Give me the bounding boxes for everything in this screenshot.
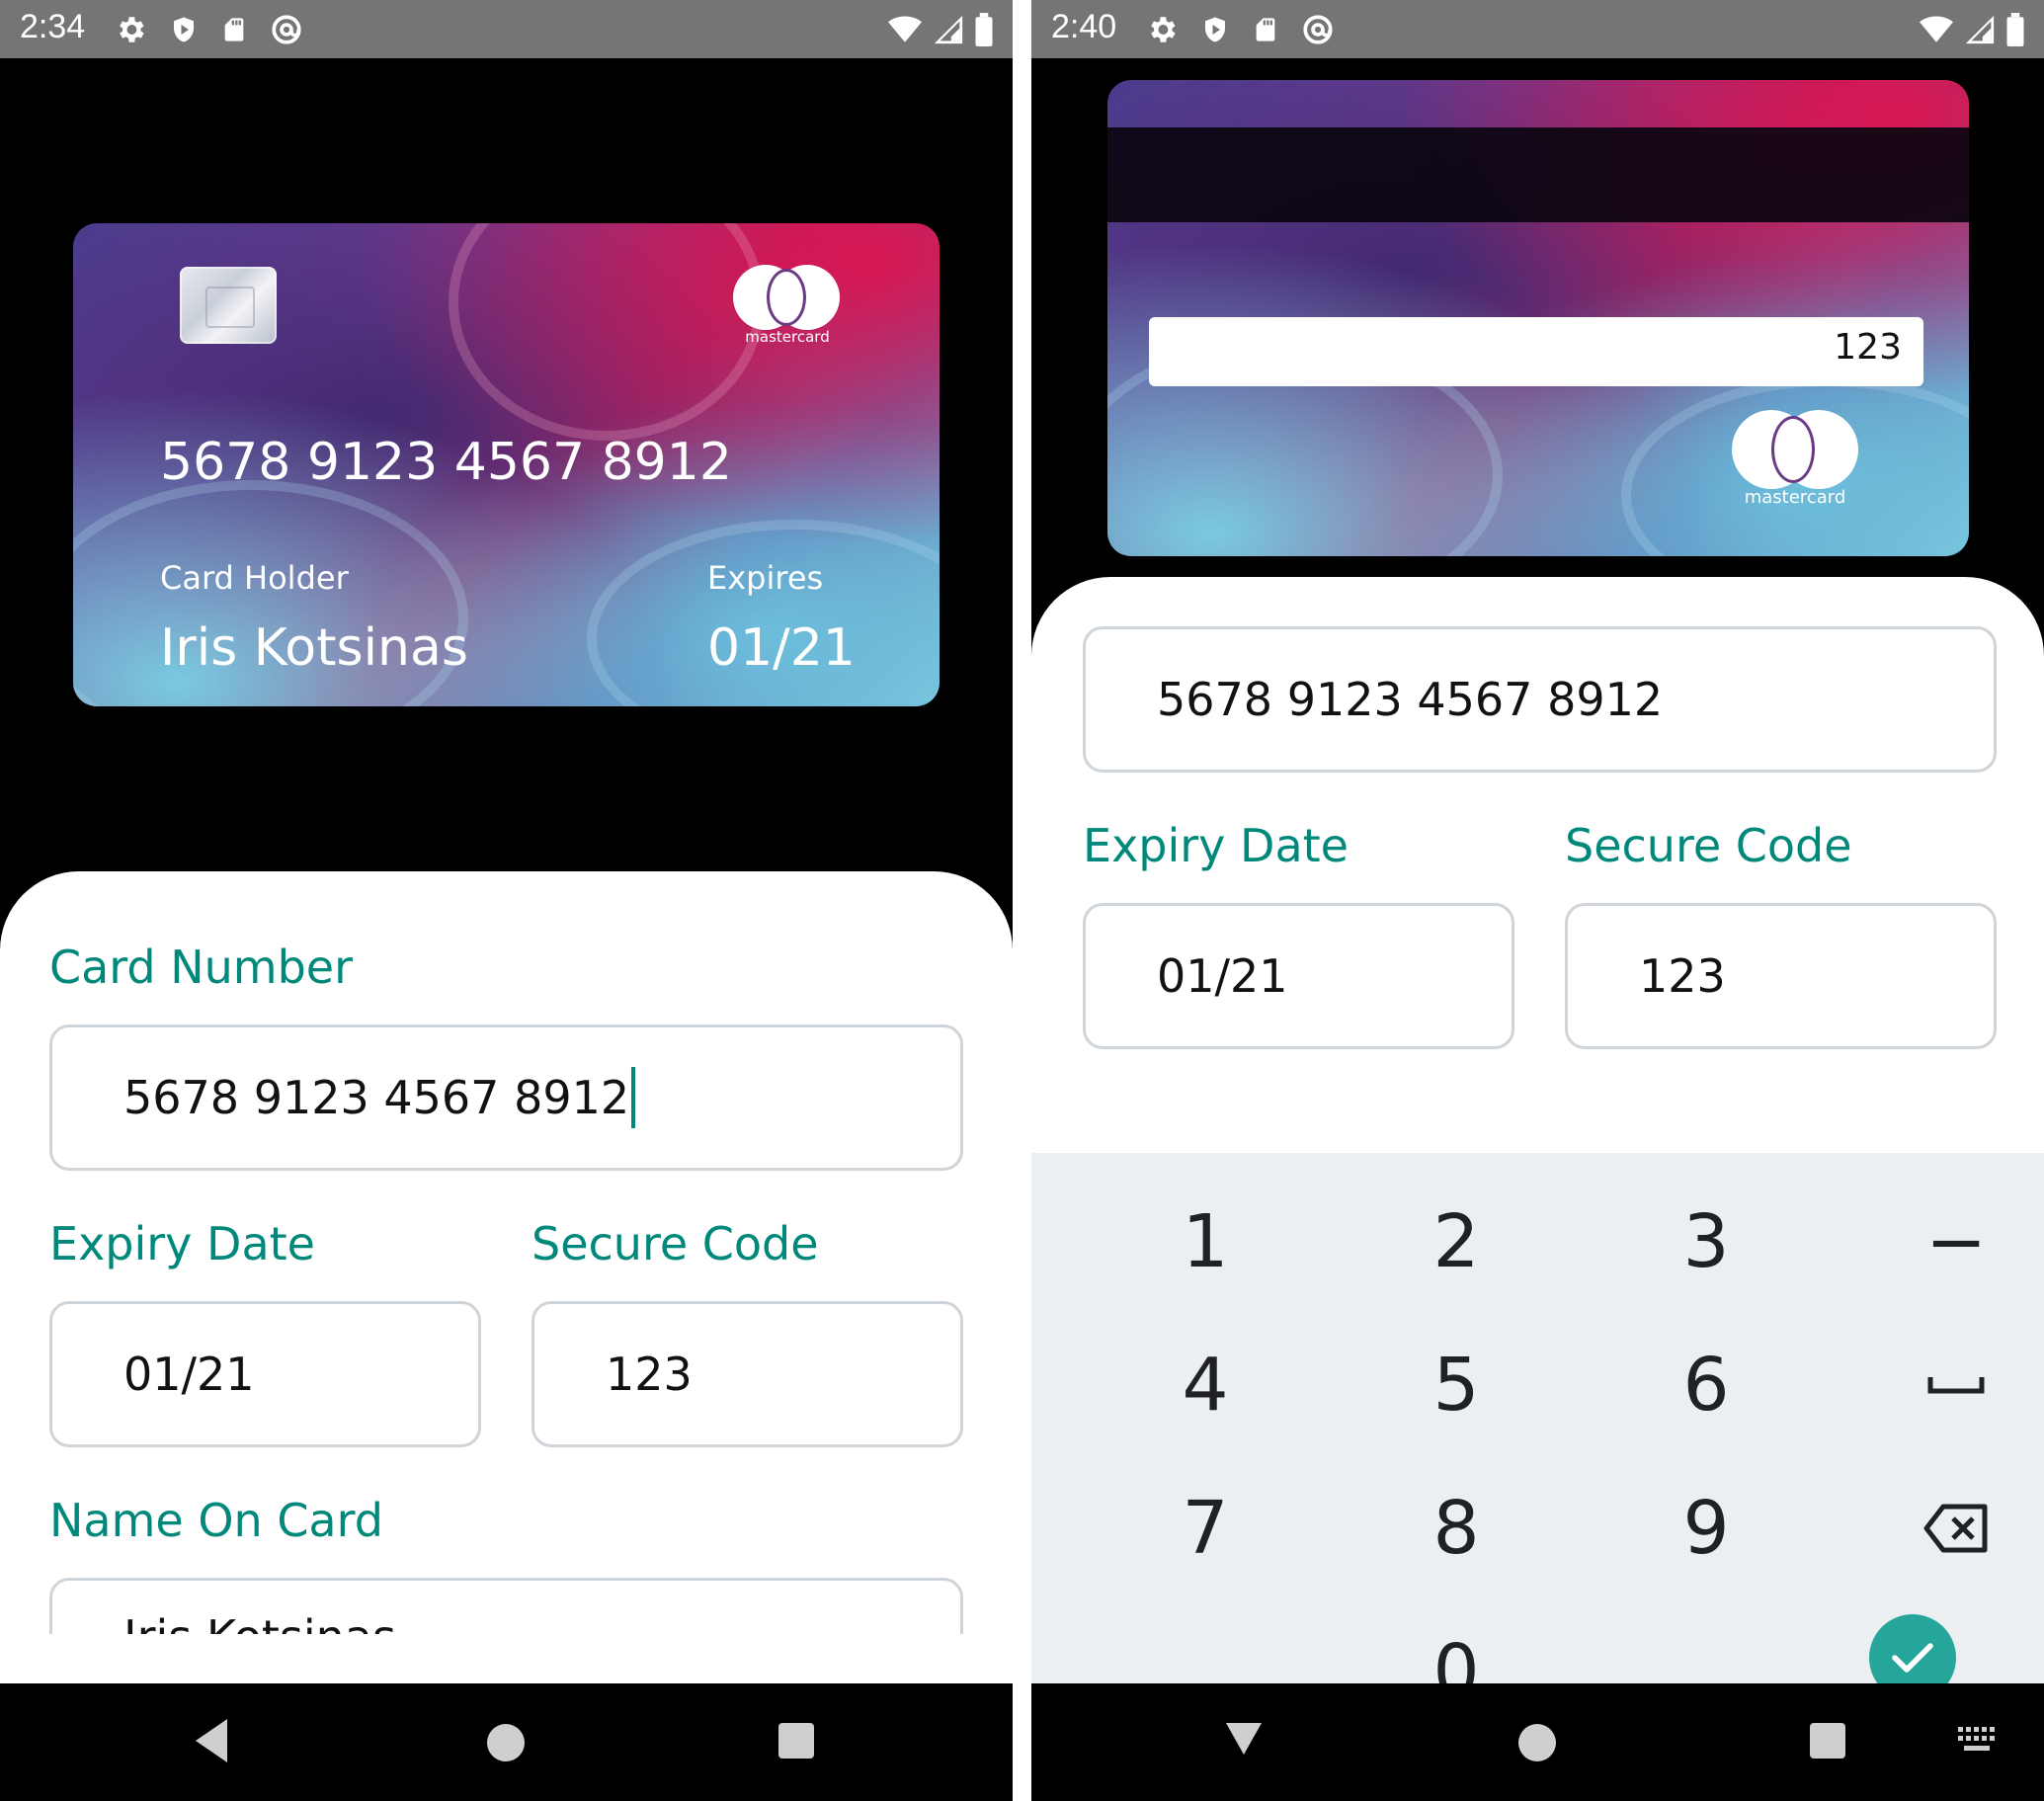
card-number-value: 5678 9123 4567 8912 <box>1157 673 1664 726</box>
secure-code-value: 123 <box>606 1348 693 1401</box>
secure-code-label: Secure Code <box>1565 819 1852 872</box>
key-9[interactable]: 9 <box>1627 1469 1785 1588</box>
key-1[interactable]: 1 <box>1126 1183 1284 1301</box>
key-minus[interactable]: − <box>1877 1183 2035 1301</box>
navigation-bar <box>1031 1683 2044 1801</box>
expiry-date-label: Expiry Date <box>49 1217 315 1270</box>
sd-card-icon <box>224 18 244 41</box>
home-icon[interactable] <box>1515 1721 1559 1764</box>
signal-icon <box>1965 15 1995 44</box>
status-bar: 2:40 <box>1031 0 2044 58</box>
key-3[interactable]: 3 <box>1627 1183 1785 1301</box>
name-on-card-label: Name On Card <box>49 1494 383 1547</box>
card-cvv-display: 123 <box>1834 327 1902 368</box>
mastercard-logo: mastercard <box>1732 410 1858 508</box>
status-time: 2:40 <box>1051 8 1117 45</box>
expiry-date-label: Expiry Date <box>1083 819 1349 872</box>
card-expires-value: 01/21 <box>707 618 856 678</box>
back-down-icon[interactable] <box>1222 1719 1266 1759</box>
text-cursor <box>631 1067 636 1128</box>
card-holder-name: Iris Kotsinas <box>160 618 468 678</box>
key-5[interactable]: 5 <box>1377 1326 1535 1444</box>
at-sign-icon <box>272 15 301 44</box>
phone-screen-left: 2:34 mastercard 5678 9123 4567 8912 Card… <box>0 0 1013 1801</box>
status-time: 2:34 <box>20 8 86 45</box>
signature-strip: 123 <box>1149 317 1923 386</box>
status-bar: 2:34 <box>0 0 1013 58</box>
card-back-preview: 123 mastercard <box>1107 80 1969 556</box>
app-content: mastercard 5678 9123 4567 8912 Card Hold… <box>0 58 1013 1683</box>
card-number-value: 5678 9123 4567 8912 <box>123 1071 630 1124</box>
phone-screen-right: 2:40 123 mastercard 5678 9123 4567 8912 … <box>1031 0 2044 1801</box>
card-number-input[interactable]: 5678 9123 4567 8912 <box>1083 626 1997 773</box>
shield-icon <box>174 17 194 42</box>
navigation-bar <box>0 1683 1013 1801</box>
keyboard-icon[interactable] <box>1956 1725 1998 1755</box>
home-icon[interactable] <box>484 1721 528 1764</box>
card-holder-label: Card Holder <box>160 559 349 597</box>
wifi-icon <box>888 16 922 42</box>
key-6[interactable]: 6 <box>1627 1326 1785 1444</box>
expiry-date-input[interactable]: 01/21 <box>1083 903 1514 1049</box>
at-sign-icon <box>1303 15 1333 44</box>
key-comma[interactable]: , <box>1126 1612 1284 1683</box>
key-space[interactable] <box>1877 1326 2035 1444</box>
sd-card-icon <box>1256 18 1275 41</box>
card-chip <box>180 267 277 344</box>
card-number-input[interactable]: 5678 9123 4567 8912 <box>49 1024 963 1171</box>
backspace-icon <box>1923 1504 1988 1553</box>
shield-icon <box>1205 17 1225 42</box>
key-2[interactable]: 2 <box>1377 1183 1535 1301</box>
expiry-date-value: 01/21 <box>1157 949 1288 1003</box>
numeric-keypad: 1 2 3 − 4 5 6 7 8 9 , 0 . <box>1031 1153 2044 1683</box>
payment-form-sheet: 5678 9123 4567 8912 Expiry Date 01/21 Se… <box>1031 577 2044 1170</box>
key-period[interactable]: . <box>1627 1612 1785 1683</box>
key-7[interactable]: 7 <box>1126 1469 1284 1588</box>
secure-code-input[interactable]: 123 <box>531 1301 963 1447</box>
key-8[interactable]: 8 <box>1377 1469 1535 1588</box>
signal-icon <box>934 15 963 44</box>
app-content: 123 mastercard 5678 9123 4567 8912 Expir… <box>1031 58 2044 1683</box>
secure-code-input[interactable]: 123 <box>1565 903 1997 1049</box>
mastercard-logo: mastercard <box>733 265 842 346</box>
expiry-date-value: 01/21 <box>123 1348 255 1401</box>
secure-code-value: 123 <box>1639 949 1726 1003</box>
magnetic-stripe <box>1107 127 1969 222</box>
gear-icon <box>120 17 144 42</box>
done-button[interactable] <box>1869 1614 1956 1683</box>
card-expires-label: Expires <box>707 559 824 597</box>
recents-icon[interactable] <box>1808 1721 1847 1760</box>
wifi-icon <box>1920 16 1953 42</box>
card-number-display: 5678 9123 4567 8912 <box>160 433 732 492</box>
space-icon <box>1927 1377 1985 1394</box>
form-bottom-fade <box>0 1634 1013 1683</box>
gear-icon <box>1151 17 1176 42</box>
key-4[interactable]: 4 <box>1126 1326 1284 1444</box>
battery-icon <box>2006 13 2024 46</box>
check-icon <box>1892 1643 1933 1673</box>
key-backspace[interactable] <box>1877 1469 2035 1588</box>
key-0[interactable]: 0 <box>1377 1612 1535 1683</box>
recents-icon[interactable] <box>777 1721 816 1760</box>
battery-icon <box>975 13 993 46</box>
card-front-preview: mastercard 5678 9123 4567 8912 Card Hold… <box>73 223 940 706</box>
back-icon[interactable] <box>190 1711 233 1770</box>
expiry-date-input[interactable]: 01/21 <box>49 1301 481 1447</box>
payment-form-sheet: Card Number 5678 9123 4567 8912 Expiry D… <box>0 871 1013 1683</box>
card-number-label: Card Number <box>49 941 354 994</box>
secure-code-label: Secure Code <box>531 1217 819 1270</box>
